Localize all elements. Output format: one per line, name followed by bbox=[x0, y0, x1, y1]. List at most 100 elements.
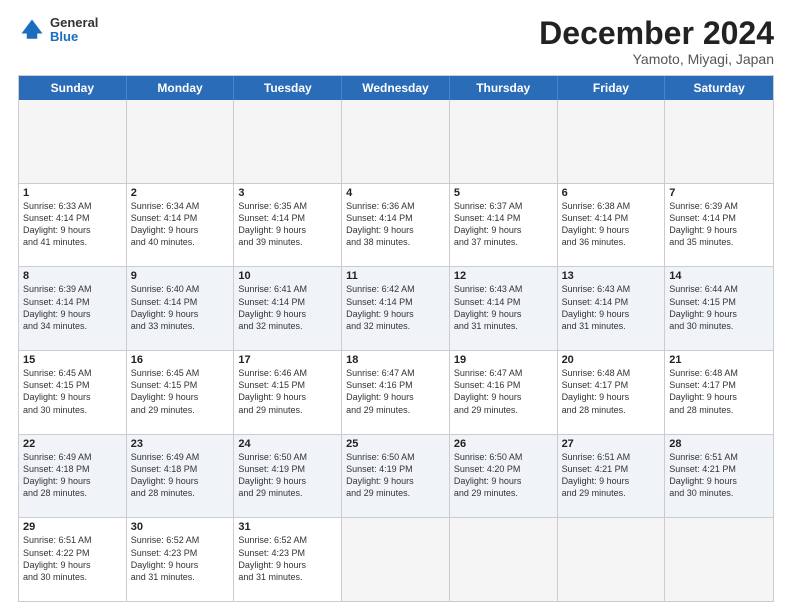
cell-info-line: and 41 minutes. bbox=[23, 236, 122, 248]
cell-info-line: and 29 minutes. bbox=[238, 404, 337, 416]
cell-info-line: and 29 minutes. bbox=[238, 487, 337, 499]
day-number: 14 bbox=[669, 270, 769, 282]
cell-info-line: Sunrise: 6:38 AM bbox=[562, 200, 661, 212]
cell-info-line: Sunrise: 6:50 AM bbox=[346, 451, 445, 463]
cell-info-line: Sunrise: 6:40 AM bbox=[131, 283, 230, 295]
cell-info-line: Sunset: 4:22 PM bbox=[23, 547, 122, 559]
cell-info-line: Sunrise: 6:36 AM bbox=[346, 200, 445, 212]
cell-info-line: Sunrise: 6:43 AM bbox=[454, 283, 553, 295]
logo-blue: Blue bbox=[50, 30, 98, 44]
day-number: 23 bbox=[131, 438, 230, 450]
cell-info-line: Sunset: 4:18 PM bbox=[131, 463, 230, 475]
cell-info-line: Sunrise: 6:50 AM bbox=[238, 451, 337, 463]
day-number: 30 bbox=[131, 521, 230, 533]
header-day-monday: Monday bbox=[127, 76, 235, 100]
title-location: Yamoto, Miyagi, Japan bbox=[539, 51, 774, 67]
cell-info-line: Sunset: 4:14 PM bbox=[238, 212, 337, 224]
cell-info-line: and 31 minutes. bbox=[131, 571, 230, 583]
calendar-week-3: 15Sunrise: 6:45 AMSunset: 4:15 PMDayligh… bbox=[19, 351, 773, 435]
logo-text: General Blue bbox=[50, 16, 98, 45]
cell-info-line: and 35 minutes. bbox=[669, 236, 769, 248]
day-number: 16 bbox=[131, 354, 230, 366]
cell-info-line: Daylight: 9 hours bbox=[562, 475, 661, 487]
cell-info-line: Sunrise: 6:35 AM bbox=[238, 200, 337, 212]
cell-info-line: Sunset: 4:16 PM bbox=[346, 379, 445, 391]
cell-info-line: Sunrise: 6:52 AM bbox=[238, 534, 337, 546]
cell-info-line: Sunrise: 6:43 AM bbox=[562, 283, 661, 295]
cell-info-line: Daylight: 9 hours bbox=[454, 224, 553, 236]
cell-info-line: and 36 minutes. bbox=[562, 236, 661, 248]
cell-info-line: Sunset: 4:14 PM bbox=[454, 296, 553, 308]
calendar-cell: 9Sunrise: 6:40 AMSunset: 4:14 PMDaylight… bbox=[127, 267, 235, 350]
calendar-cell: 26Sunrise: 6:50 AMSunset: 4:20 PMDayligh… bbox=[450, 435, 558, 518]
day-number: 6 bbox=[562, 187, 661, 199]
cell-info-line: Daylight: 9 hours bbox=[346, 224, 445, 236]
calendar-week-4: 22Sunrise: 6:49 AMSunset: 4:18 PMDayligh… bbox=[19, 435, 773, 519]
day-number: 26 bbox=[454, 438, 553, 450]
cell-info-line: and 38 minutes. bbox=[346, 236, 445, 248]
day-number: 22 bbox=[23, 438, 122, 450]
cell-info-line: and 30 minutes. bbox=[23, 404, 122, 416]
cell-info-line: Sunset: 4:14 PM bbox=[131, 212, 230, 224]
cell-info-line: Sunrise: 6:47 AM bbox=[346, 367, 445, 379]
calendar-cell: 28Sunrise: 6:51 AMSunset: 4:21 PMDayligh… bbox=[665, 435, 773, 518]
calendar-cell bbox=[665, 100, 773, 183]
day-number: 11 bbox=[346, 270, 445, 282]
cell-info-line: and 30 minutes. bbox=[669, 320, 769, 332]
cell-info-line: and 29 minutes. bbox=[346, 404, 445, 416]
calendar-cell bbox=[558, 518, 666, 601]
cell-info-line: Sunset: 4:21 PM bbox=[562, 463, 661, 475]
cell-info-line: and 40 minutes. bbox=[131, 236, 230, 248]
day-number: 20 bbox=[562, 354, 661, 366]
cell-info-line: and 31 minutes. bbox=[238, 571, 337, 583]
cell-info-line: Sunrise: 6:47 AM bbox=[454, 367, 553, 379]
header-day-friday: Friday bbox=[558, 76, 666, 100]
cell-info-line: and 29 minutes. bbox=[562, 487, 661, 499]
day-number: 9 bbox=[131, 270, 230, 282]
cell-info-line: Daylight: 9 hours bbox=[669, 475, 769, 487]
cell-info-line: Sunset: 4:23 PM bbox=[238, 547, 337, 559]
calendar-body: 1Sunrise: 6:33 AMSunset: 4:14 PMDaylight… bbox=[19, 100, 773, 601]
day-number: 10 bbox=[238, 270, 337, 282]
calendar-cell: 10Sunrise: 6:41 AMSunset: 4:14 PMDayligh… bbox=[234, 267, 342, 350]
cell-info-line: Daylight: 9 hours bbox=[238, 391, 337, 403]
calendar-cell: 25Sunrise: 6:50 AMSunset: 4:19 PMDayligh… bbox=[342, 435, 450, 518]
day-number: 2 bbox=[131, 187, 230, 199]
calendar-cell bbox=[450, 100, 558, 183]
day-number: 17 bbox=[238, 354, 337, 366]
cell-info-line: Sunrise: 6:51 AM bbox=[23, 534, 122, 546]
calendar-cell: 27Sunrise: 6:51 AMSunset: 4:21 PMDayligh… bbox=[558, 435, 666, 518]
cell-info-line: Sunrise: 6:51 AM bbox=[562, 451, 661, 463]
cell-info-line: Daylight: 9 hours bbox=[131, 559, 230, 571]
cell-info-line: and 37 minutes. bbox=[454, 236, 553, 248]
cell-info-line: and 28 minutes. bbox=[562, 404, 661, 416]
cell-info-line: Sunrise: 6:34 AM bbox=[131, 200, 230, 212]
cell-info-line: Sunset: 4:14 PM bbox=[562, 212, 661, 224]
calendar-cell bbox=[127, 100, 235, 183]
cell-info-line: Sunset: 4:17 PM bbox=[669, 379, 769, 391]
calendar-cell: 3Sunrise: 6:35 AMSunset: 4:14 PMDaylight… bbox=[234, 184, 342, 267]
cell-info-line: Sunrise: 6:41 AM bbox=[238, 283, 337, 295]
cell-info-line: Sunset: 4:15 PM bbox=[669, 296, 769, 308]
cell-info-line: Sunset: 4:17 PM bbox=[562, 379, 661, 391]
cell-info-line: Daylight: 9 hours bbox=[346, 391, 445, 403]
calendar-cell: 21Sunrise: 6:48 AMSunset: 4:17 PMDayligh… bbox=[665, 351, 773, 434]
calendar-cell bbox=[19, 100, 127, 183]
cell-info-line: Sunrise: 6:49 AM bbox=[23, 451, 122, 463]
cell-info-line: Daylight: 9 hours bbox=[23, 224, 122, 236]
cell-info-line: Sunset: 4:18 PM bbox=[23, 463, 122, 475]
cell-info-line: Sunrise: 6:52 AM bbox=[131, 534, 230, 546]
cell-info-line: Sunrise: 6:49 AM bbox=[131, 451, 230, 463]
cell-info-line: Sunset: 4:14 PM bbox=[669, 212, 769, 224]
cell-info-line: Daylight: 9 hours bbox=[131, 475, 230, 487]
calendar-cell bbox=[234, 100, 342, 183]
calendar-cell: 31Sunrise: 6:52 AMSunset: 4:23 PMDayligh… bbox=[234, 518, 342, 601]
calendar-cell: 19Sunrise: 6:47 AMSunset: 4:16 PMDayligh… bbox=[450, 351, 558, 434]
logo: General Blue bbox=[18, 16, 98, 45]
cell-info-line: and 31 minutes. bbox=[454, 320, 553, 332]
calendar-cell: 5Sunrise: 6:37 AMSunset: 4:14 PMDaylight… bbox=[450, 184, 558, 267]
cell-info-line: Daylight: 9 hours bbox=[238, 475, 337, 487]
header-day-tuesday: Tuesday bbox=[234, 76, 342, 100]
cell-info-line: Sunset: 4:14 PM bbox=[23, 212, 122, 224]
cell-info-line: Sunrise: 6:45 AM bbox=[23, 367, 122, 379]
